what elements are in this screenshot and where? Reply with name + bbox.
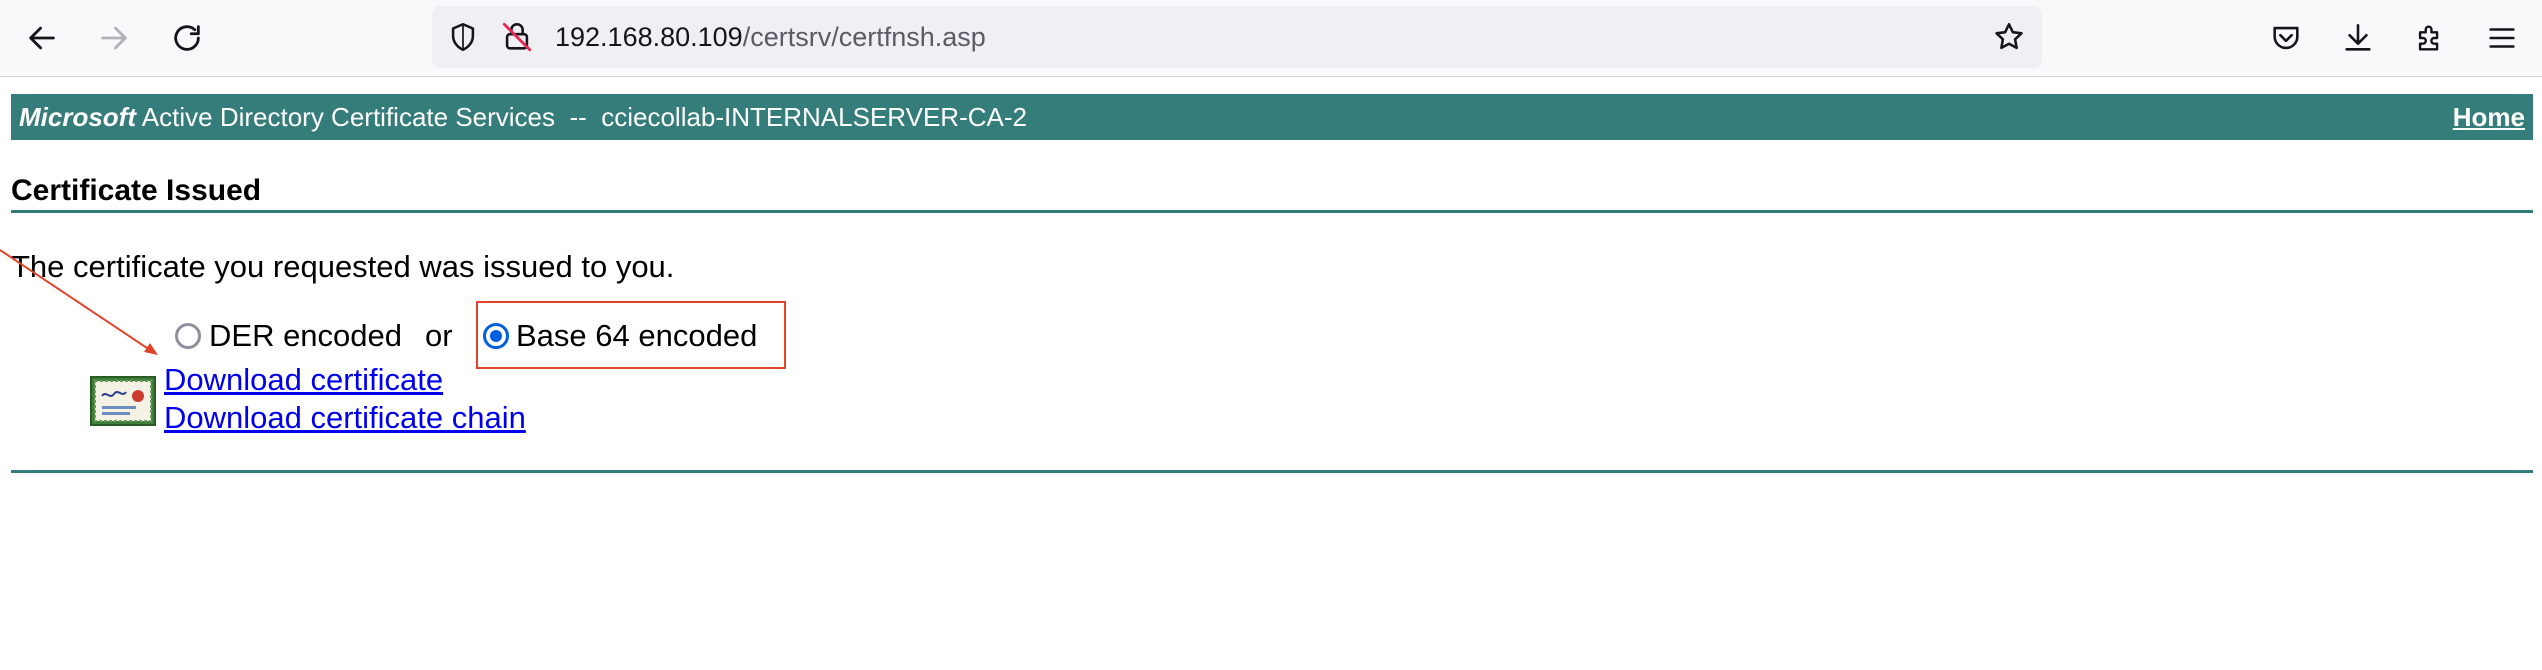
download-icon: [2345, 23, 2371, 51]
shield-icon[interactable]: [446, 20, 480, 54]
url-host: 192.168.80.109: [555, 22, 743, 52]
extensions-icon: [2418, 25, 2439, 51]
certificate-icon: [90, 376, 156, 426]
issued-message: The certificate you requested was issued…: [11, 249, 675, 284]
forward-arrow-icon: [101, 26, 127, 50]
extensions-button[interactable]: [2406, 14, 2454, 62]
divider-bottom: [11, 470, 2533, 473]
base64-encoded-radio[interactable]: [483, 323, 509, 349]
browser-toolbar: 192.168.80.109/certsrv/certfnsh.asp: [0, 0, 2542, 77]
service-name: Active Directory Certificate Services --…: [136, 102, 1027, 132]
url-text[interactable]: 192.168.80.109/certsrv/certfnsh.asp: [555, 20, 986, 54]
der-encoded-label[interactable]: DER encoded: [209, 318, 402, 354]
insecure-lock-icon[interactable]: [500, 20, 534, 54]
home-link[interactable]: Home: [2453, 102, 2525, 133]
pocket-button[interactable]: [2262, 14, 2310, 62]
divider-top: [11, 210, 2533, 213]
banner-title: Microsoft Active Directory Certificate S…: [19, 102, 1027, 133]
page-title: Certificate Issued: [11, 174, 262, 207]
or-text: or: [425, 318, 453, 353]
brand-name: Microsoft: [19, 102, 136, 132]
back-button[interactable]: [18, 14, 66, 62]
service-banner: Microsoft Active Directory Certificate S…: [11, 94, 2533, 140]
back-arrow-icon: [29, 26, 55, 50]
download-certificate-chain-link[interactable]: Download certificate chain: [164, 400, 526, 436]
pocket-icon: [2273, 26, 2299, 50]
download-certificate-link[interactable]: Download certificate: [164, 362, 443, 398]
url-path: /certsrv/certfnsh.asp: [742, 22, 986, 52]
der-encoded-radio[interactable]: [175, 323, 201, 349]
downloads-button[interactable]: [2334, 14, 2382, 62]
bookmark-star-icon[interactable]: [1992, 20, 2026, 54]
forward-button[interactable]: [90, 14, 138, 62]
base64-encoded-label[interactable]: Base 64 encoded: [516, 318, 757, 354]
reload-icon: [174, 25, 200, 51]
url-bar[interactable]: 192.168.80.109/certsrv/certfnsh.asp: [432, 6, 2042, 68]
menu-button[interactable]: [2478, 14, 2526, 62]
reload-button[interactable]: [163, 14, 211, 62]
hamburger-menu-icon: [2489, 28, 2515, 48]
